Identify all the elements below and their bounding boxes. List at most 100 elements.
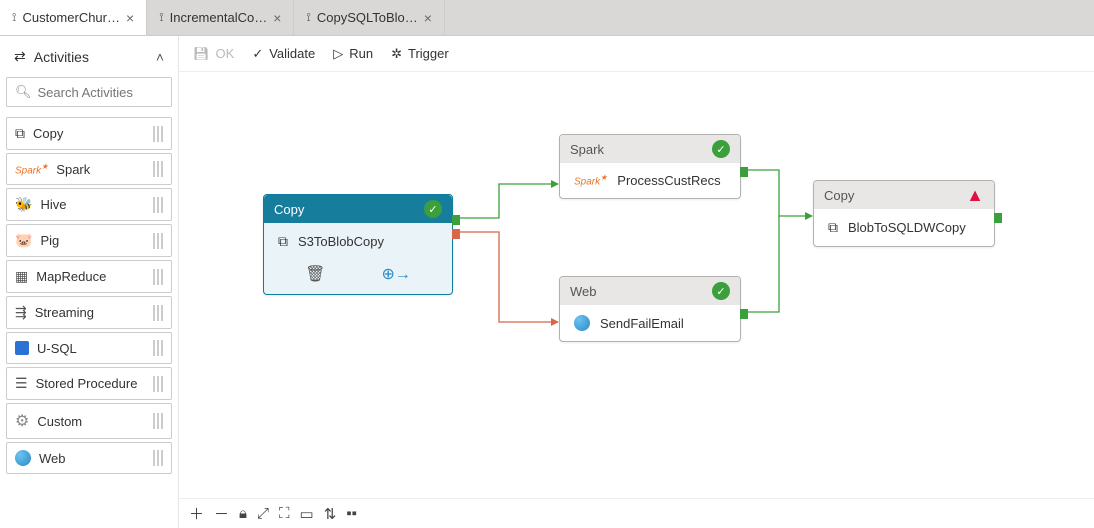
- grip-icon[interactable]: [153, 197, 163, 213]
- activity-label: MapReduce: [36, 269, 145, 284]
- save-icon: 💾︎: [193, 46, 210, 62]
- grip-icon[interactable]: [153, 450, 163, 466]
- grip-icon[interactable]: [153, 340, 163, 356]
- zoom-in-icon[interactable]: ＋: [189, 503, 204, 524]
- activity-pig[interactable]: 🐷 Pig: [6, 224, 172, 257]
- activity-copy[interactable]: Copy: [6, 117, 172, 150]
- ok-label: OK: [216, 46, 235, 61]
- node-sendfailemail[interactable]: Web ✓ SendFailEmail: [559, 276, 741, 342]
- tab-customerchurn[interactable]: ⟟ CustomerChur… ×: [0, 0, 147, 35]
- tab-label: CopySQLToBlo…: [317, 10, 418, 25]
- close-icon[interactable]: ×: [126, 10, 134, 26]
- node-header: Copy ▲: [814, 181, 994, 209]
- storedproc-icon: ☰: [15, 375, 28, 392]
- node-type: Web: [570, 284, 597, 299]
- zoom-out-icon[interactable]: －: [214, 503, 229, 524]
- close-icon[interactable]: ×: [273, 10, 281, 26]
- align-icon[interactable]: ▭: [300, 505, 314, 523]
- node-type: Copy: [274, 202, 304, 217]
- fullscreen-icon[interactable]: ⛶: [279, 505, 290, 522]
- activity-hive[interactable]: 🐝Hive: [6, 188, 172, 221]
- activity-streaming[interactable]: ⇶ Streaming: [6, 296, 172, 329]
- node-header: Copy ✓: [264, 195, 452, 223]
- activity-label: U-SQL: [37, 341, 145, 356]
- status-ok-icon: ✓: [424, 200, 442, 218]
- pipeline-canvas[interactable]: Copy ✓ S3ToBlobCopy 🗑 ⊕→ Spark ✓: [179, 72, 1094, 498]
- usql-icon: [15, 341, 29, 355]
- port-success[interactable]: [452, 215, 460, 225]
- activities-list: Copy Spark★Spark 🐝Hive 🐷 Pig ▦MapReduce ⇶…: [6, 117, 172, 474]
- port-failure[interactable]: [452, 229, 460, 239]
- node-s3toblobcopy[interactable]: Copy ✓ S3ToBlobCopy 🗑 ⊕→: [263, 194, 453, 295]
- tab-bar: ⟟ CustomerChur… × ⟟ IncrementalCo… × ⟟ C…: [0, 0, 1094, 36]
- pipeline-icon: ⟟: [306, 10, 310, 25]
- delete-icon[interactable]: 🗑: [305, 264, 325, 284]
- node-type: Spark: [570, 142, 604, 157]
- pig-icon: 🐷: [15, 232, 32, 249]
- close-icon[interactable]: ×: [424, 10, 432, 26]
- node-name: ProcessCustRecs: [617, 173, 720, 188]
- minimap-icon[interactable]: ▪▪: [346, 505, 357, 522]
- activity-usql[interactable]: U-SQL: [6, 332, 172, 364]
- activity-label: Pig: [40, 233, 145, 248]
- web-icon: [574, 315, 590, 331]
- add-output-icon[interactable]: ⊕→: [381, 264, 410, 284]
- activity-storedprocedure[interactable]: ☰Stored Procedure: [6, 367, 172, 400]
- port-success[interactable]: [994, 213, 1002, 223]
- search-input[interactable]: [38, 85, 163, 100]
- activity-label: Custom: [37, 414, 145, 429]
- copy-icon: [828, 219, 838, 236]
- activity-custom[interactable]: ⚙Custom: [6, 403, 172, 439]
- check-icon: ✓: [252, 46, 263, 62]
- node-processcustrecs[interactable]: Spark ✓ Spark★ ProcessCustRecs: [559, 134, 741, 199]
- trigger-label: Trigger: [408, 46, 449, 61]
- streaming-icon: ⇶: [15, 304, 27, 321]
- ok-button[interactable]: 💾︎ OK: [193, 46, 234, 62]
- activity-spark[interactable]: Spark★Spark: [6, 153, 172, 185]
- chevron-up-icon[interactable]: ˄: [156, 49, 164, 65]
- grip-icon[interactable]: [153, 126, 163, 142]
- tab-copysqltoblob[interactable]: ⟟ CopySQLToBlo… ×: [294, 0, 445, 35]
- activity-label: Spark: [56, 162, 145, 177]
- activities-title: Activities: [34, 49, 89, 65]
- spark-icon: Spark★: [574, 173, 607, 187]
- node-name: SendFailEmail: [600, 316, 684, 331]
- status-ok-icon: ✓: [712, 282, 730, 300]
- grip-icon[interactable]: [153, 269, 163, 285]
- tab-label: IncrementalCo…: [170, 10, 268, 25]
- lock-icon[interactable]: 🔒︎: [239, 505, 247, 522]
- port-success[interactable]: [740, 309, 748, 319]
- activity-mapreduce[interactable]: ▦MapReduce: [6, 260, 172, 293]
- hive-icon: 🐝: [15, 196, 32, 213]
- status-ok-icon: ✓: [712, 140, 730, 158]
- port-success[interactable]: [740, 167, 748, 177]
- grip-icon[interactable]: [153, 305, 163, 321]
- activity-label: Copy: [33, 126, 145, 141]
- activity-web[interactable]: Web: [6, 442, 172, 474]
- grip-icon[interactable]: [153, 233, 163, 249]
- search-activities[interactable]: 🔍︎: [6, 77, 172, 107]
- trigger-button[interactable]: ✲ Trigger: [391, 46, 449, 62]
- node-header: Web ✓: [560, 277, 740, 305]
- copy-icon: [278, 233, 288, 250]
- node-name: BlobToSQLDWCopy: [848, 220, 966, 235]
- grip-icon[interactable]: [153, 413, 163, 429]
- run-button[interactable]: ▷Run: [333, 46, 373, 62]
- autolayout-icon[interactable]: ⇅: [324, 505, 337, 523]
- pipeline-toolbar: 💾︎ OK ✓Validate ▷Run ✲ Trigger: [179, 36, 1094, 72]
- trigger-icon: ✲: [391, 46, 402, 62]
- activities-header[interactable]: ⇄ Activities ˄: [6, 42, 172, 71]
- main-area: 💾︎ OK ✓Validate ▷Run ✲ Trigger: [179, 36, 1094, 528]
- grip-icon[interactable]: [153, 376, 163, 392]
- node-blobtosqldwcopy[interactable]: Copy ▲ BlobToSQLDWCopy: [813, 180, 995, 247]
- tab-incrementalcopy[interactable]: ⟟ IncrementalCo… ×: [147, 0, 294, 35]
- tab-label: CustomerChur…: [22, 10, 120, 25]
- validate-button[interactable]: ✓Validate: [252, 46, 315, 62]
- zoom-fit-icon[interactable]: ⤢: [257, 505, 269, 522]
- grip-icon[interactable]: [153, 161, 163, 177]
- web-icon: [15, 450, 31, 466]
- node-header: Spark ✓: [560, 135, 740, 163]
- run-label: Run: [349, 46, 373, 61]
- activities-sidebar: ⇄ Activities ˄ 🔍︎ Copy Spark★Spark 🐝Hive…: [0, 36, 179, 528]
- activity-label: Streaming: [35, 305, 145, 320]
